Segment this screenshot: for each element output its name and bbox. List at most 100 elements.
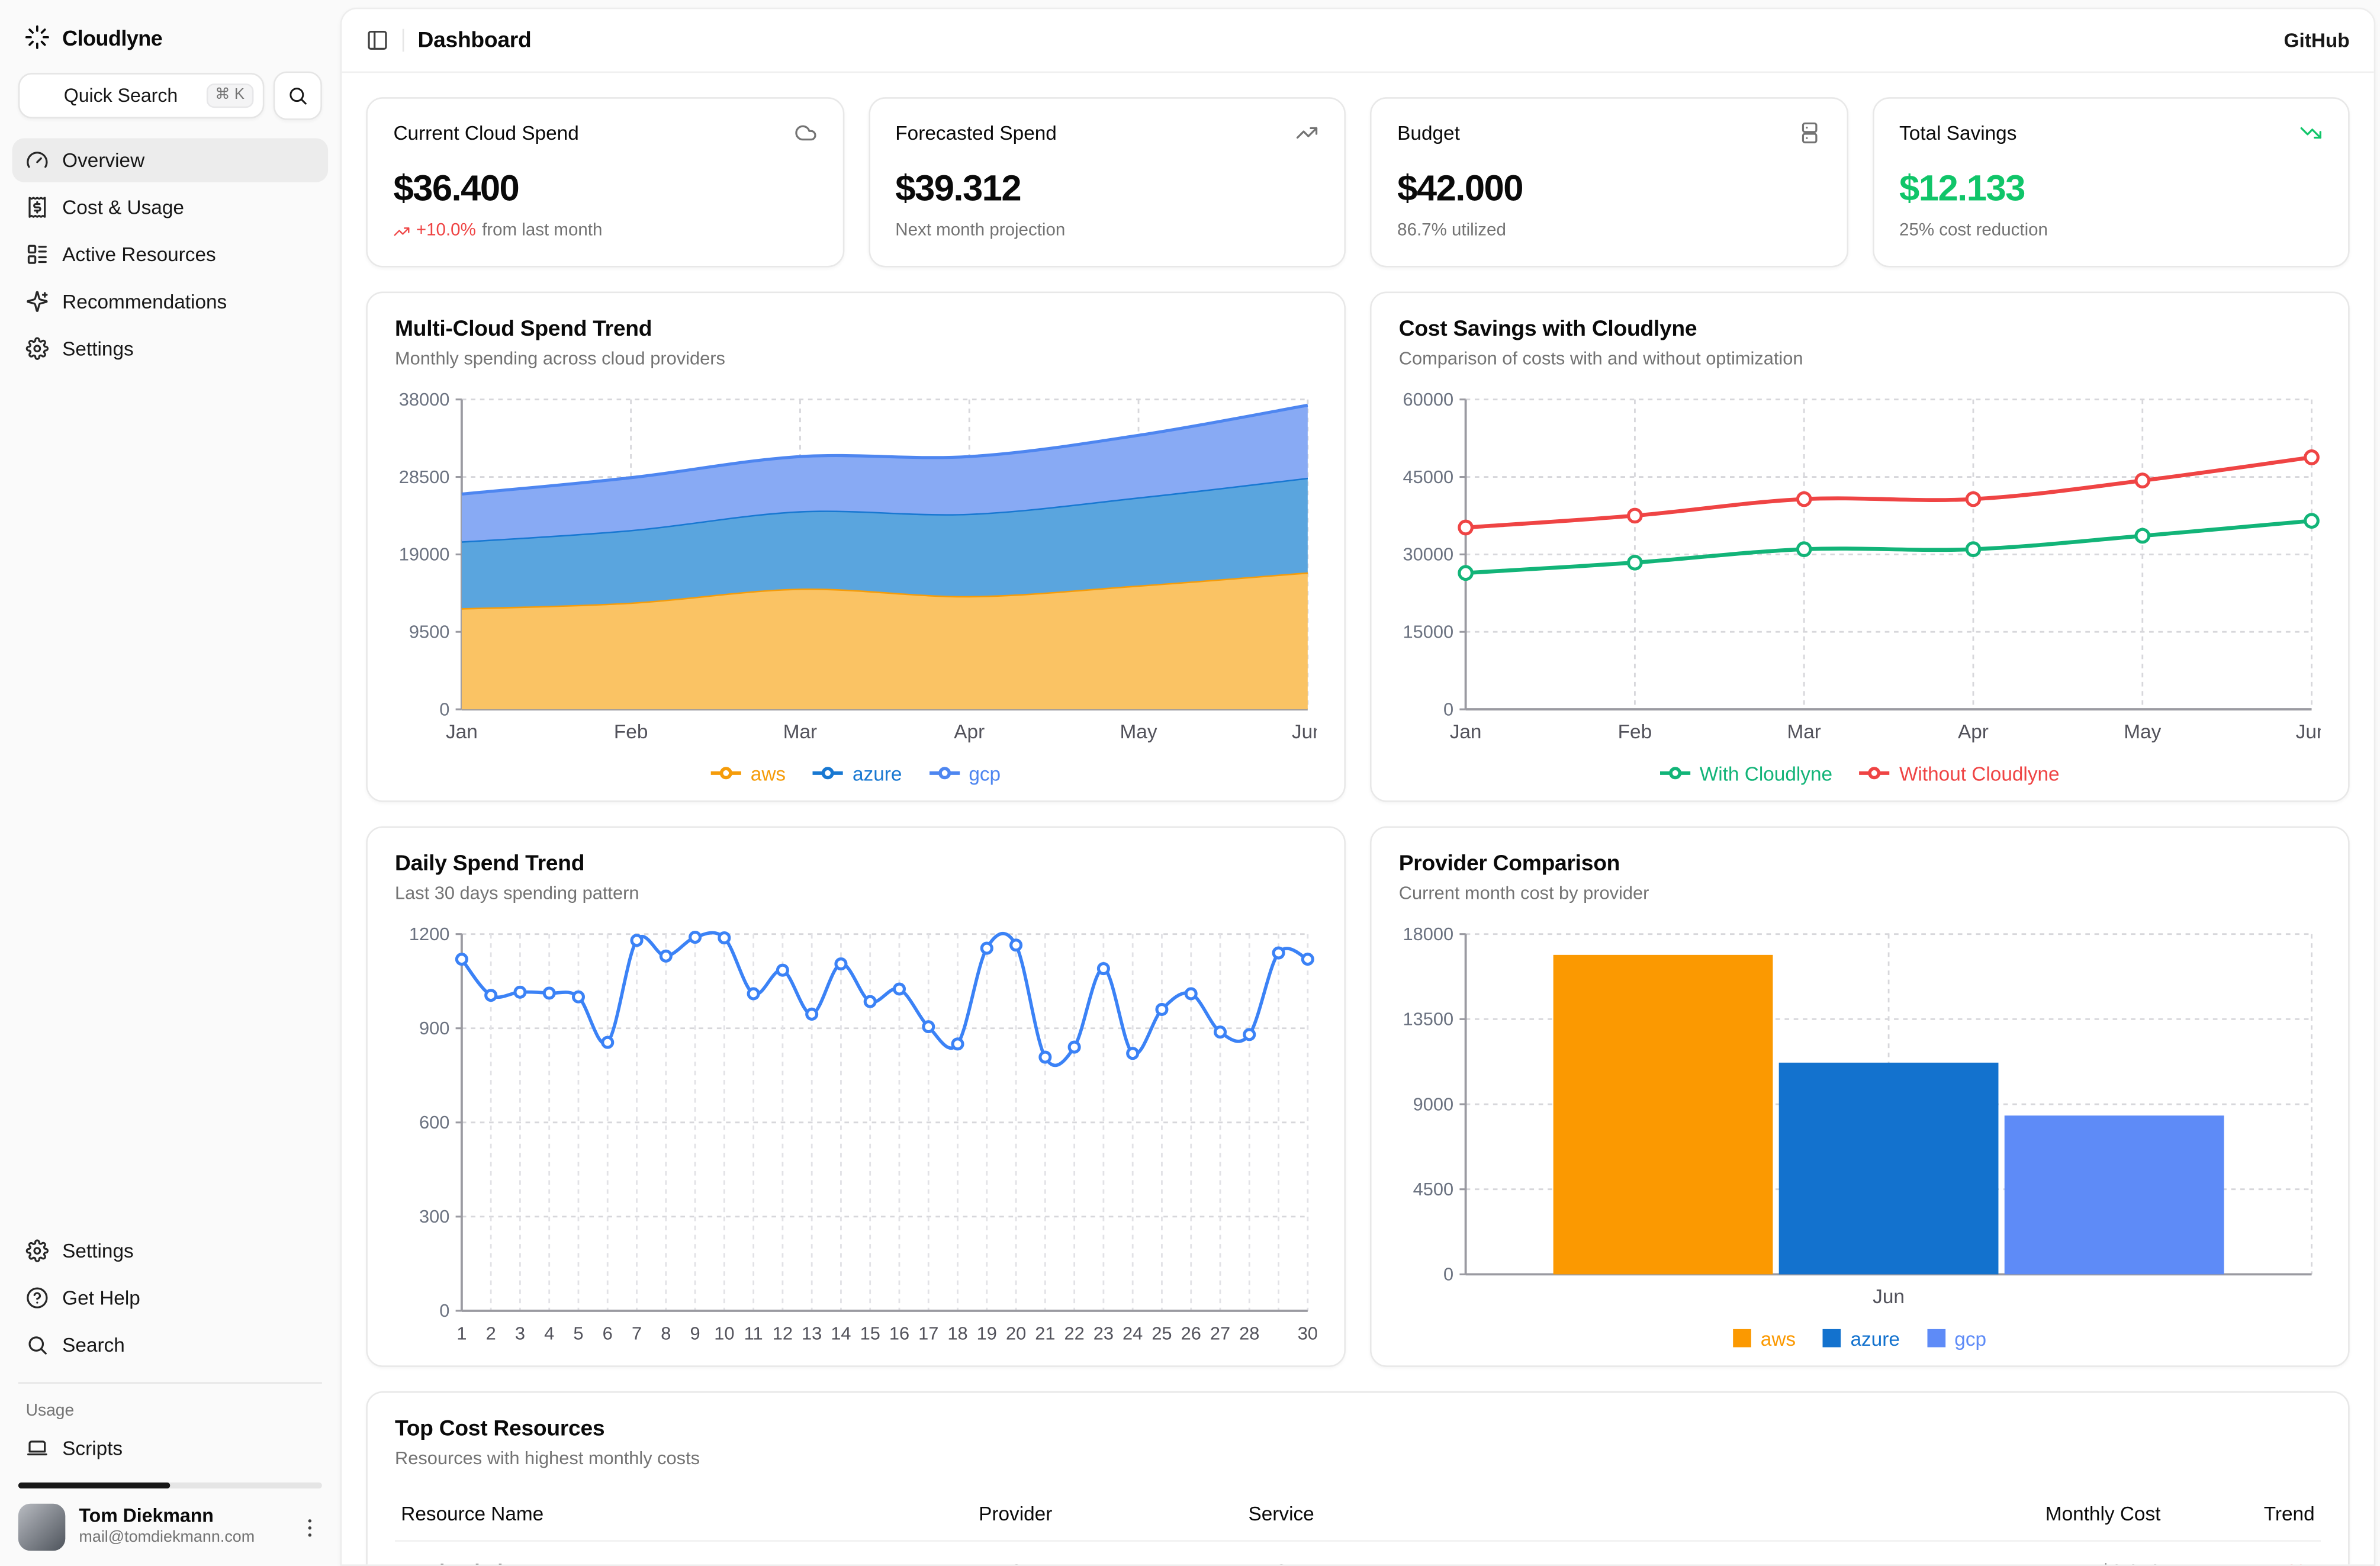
chart-subtitle: Last 30 days spending pattern (395, 882, 1317, 903)
user-meta: Tom Diekmann mail@tomdiekmann.com (79, 1505, 284, 1549)
column-header: Resource Name (395, 1490, 973, 1541)
github-link[interactable]: GitHub (2284, 29, 2350, 52)
sidebar-item-recommendations[interactable]: Recommendations (12, 279, 329, 323)
svg-text:10: 10 (714, 1323, 734, 1344)
sidebar: Cloudlyne Quick Search ⌘ K Overview Cost … (0, 0, 340, 1566)
more-vertical-icon[interactable] (298, 1515, 322, 1539)
legend-item[interactable]: With Cloudlyne (1660, 762, 1832, 784)
stat-value: $12.133 (1899, 169, 2322, 211)
stat-card-2: Budget$42.00086.7% utilized (1370, 97, 1848, 267)
legend-item[interactable]: aws (711, 762, 786, 784)
stat-value: $36.400 (393, 169, 816, 211)
stat-value: $39.312 (895, 169, 1318, 211)
chart-subtitle: Monthly spending across cloud providers (395, 348, 1317, 369)
legend-item[interactable]: azure (1823, 1327, 1900, 1349)
search-button[interactable] (274, 72, 322, 120)
sidebar-divider (18, 1382, 322, 1384)
sidebar-item-label: Recommendations (62, 290, 227, 313)
search-icon (287, 85, 308, 107)
sidebar-item-overview[interactable]: Overview (12, 138, 329, 182)
column-header: Service (1242, 1490, 1935, 1541)
svg-text:0: 0 (1443, 699, 1453, 719)
legend-item[interactable]: gcp (930, 762, 1001, 784)
chart-legend: aws azure gcp (1399, 1321, 2321, 1355)
sidebar-item-label: Overview (62, 149, 144, 171)
table-subtitle: Resources with highest monthly costs (395, 1448, 2321, 1469)
provider-comparison-chart: 0450090001350018000Junawsazuregcp (1399, 922, 2321, 1350)
svg-text:2: 2 (486, 1323, 496, 1344)
svg-text:Apr: Apr (1958, 721, 1989, 743)
service-cell: EKS (1242, 1541, 1935, 1565)
gear-icon (26, 337, 49, 360)
svg-text:20: 20 (1006, 1323, 1026, 1344)
app-root: Cloudlyne Quick Search ⌘ K Overview Cost … (0, 0, 2380, 1566)
quick-search-input[interactable]: Quick Search ⌘ K (18, 73, 265, 118)
svg-text:17: 17 (918, 1323, 938, 1344)
svg-text:30: 30 (1298, 1323, 1317, 1344)
stat-card-1: Forecasted Spend$39.312Next month projec… (868, 97, 1346, 267)
search-row: Quick Search ⌘ K (18, 72, 322, 120)
stat-subtext: 86.7% utilized (1397, 222, 1820, 240)
svg-text:13500: 13500 (1403, 1009, 1454, 1030)
svg-text:8: 8 (661, 1323, 671, 1344)
svg-text:Feb: Feb (1618, 721, 1652, 743)
stat-title: Budget (1397, 121, 1460, 144)
svg-text:3: 3 (515, 1323, 525, 1344)
svg-text:5: 5 (573, 1323, 583, 1344)
stat-subtext: 25% cost reduction (1899, 222, 2322, 240)
sidebar-footer-nav: Settings Get Help Search (12, 1229, 329, 1366)
svg-text:18: 18 (947, 1323, 967, 1344)
user-email: mail@tomdiekmann.com (79, 1529, 284, 1549)
table-header-row: Resource NameProviderServiceMonthly Cost… (395, 1490, 2321, 1541)
trending-up-icon (393, 223, 410, 239)
chart-title: Daily Spend Trend (395, 852, 1317, 876)
table-row: prod-api-clusterAWSEKS$3.24012% (395, 1541, 2321, 1565)
sidebar-item-label: Get Help (62, 1287, 140, 1309)
svg-text:15000: 15000 (1403, 621, 1454, 642)
svg-text:9000: 9000 (1413, 1094, 1453, 1114)
sidebar-item-get-help[interactable]: Get Help (12, 1276, 329, 1320)
sidebar-item-scripts[interactable]: Scripts (12, 1426, 329, 1470)
column-header: Monthly Cost (1935, 1490, 2166, 1541)
loader-logo-icon (24, 24, 50, 50)
legend-item[interactable]: azure (813, 762, 902, 784)
stat-card-3: Total Savings$12.13325% cost reduction (1872, 97, 2350, 267)
svg-text:1200: 1200 (409, 924, 449, 944)
svg-text:Mar: Mar (1787, 721, 1821, 743)
brand: Cloudlyne (12, 15, 329, 72)
svg-text:26: 26 (1181, 1323, 1201, 1344)
scripts-label: Scripts (62, 1437, 123, 1459)
panel-left-icon[interactable] (366, 29, 388, 52)
svg-text:900: 900 (419, 1018, 449, 1038)
chart-legend: aws azure gcp (395, 757, 1317, 790)
svg-text:4: 4 (544, 1323, 554, 1344)
user-row: Tom Diekmann mail@tomdiekmann.com (12, 1491, 329, 1551)
sidebar-item-cost-usage[interactable]: Cost & Usage (12, 185, 329, 229)
svg-text:16: 16 (889, 1323, 909, 1344)
sidebar-item-active-resources[interactable]: Active Resources (12, 233, 329, 276)
server-icon (1797, 121, 1820, 144)
stat-subtext: Next month projection (895, 222, 1318, 240)
svg-text:Apr: Apr (954, 721, 985, 743)
sidebar-item-search[interactable]: Search (12, 1323, 329, 1366)
svg-text:300: 300 (419, 1206, 449, 1227)
resource-name-cell: prod-api-cluster (395, 1541, 973, 1565)
page-title: Dashboard (417, 28, 531, 52)
svg-text:22: 22 (1064, 1323, 1085, 1344)
svg-text:19000: 19000 (399, 544, 450, 565)
svg-text:23: 23 (1093, 1323, 1114, 1344)
search-icon (26, 1333, 49, 1356)
svg-text:Jun: Jun (1292, 721, 1317, 743)
stats-row: Current Cloud Spend$36.400+10.0%from las… (366, 97, 2349, 267)
chart-legend: With Cloudlyne Without Cloudlyne (1399, 757, 2321, 790)
sidebar-item-settings[interactable]: Settings (12, 327, 329, 371)
provider-comparison-chart-card: Provider Comparison Current month cost b… (1370, 827, 2350, 1367)
svg-text:600: 600 (419, 1112, 449, 1133)
legend-item[interactable]: Without Cloudlyne (1860, 762, 2059, 784)
sidebar-item-settings-footer[interactable]: Settings (12, 1229, 329, 1272)
stat-card-0: Current Cloud Spend$36.400+10.0%from las… (366, 97, 844, 267)
chart-subtitle: Comparison of costs with and without opt… (1399, 348, 2321, 369)
legend-item[interactable]: gcp (1927, 1327, 1986, 1349)
quick-search-placeholder: Quick Search (64, 85, 195, 107)
legend-item[interactable]: aws (1733, 1327, 1796, 1349)
